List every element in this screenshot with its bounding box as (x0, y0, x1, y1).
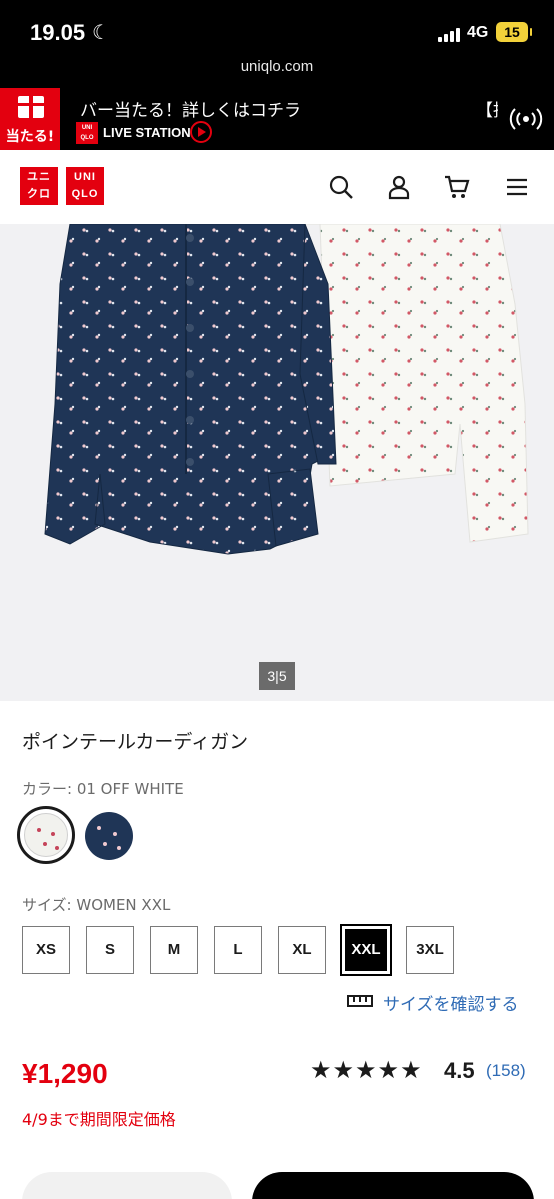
menu-icon[interactable] (504, 174, 530, 200)
add-to-cart-button[interactable] (252, 1172, 534, 1199)
star-rating-icon: ★★★★★ (310, 1056, 423, 1084)
product-title: ポインテールカーディガン (22, 731, 249, 753)
user-icon[interactable] (386, 174, 412, 200)
image-counter: 3|5 (259, 662, 295, 690)
size-button-3xl[interactable]: 3XL (406, 926, 454, 974)
network-type: 4G (467, 24, 489, 41)
uniqlo-logo-katakana[interactable]: ユニ クロ (20, 167, 58, 205)
signal-icon (438, 26, 462, 42)
size-check-label[interactable]: サイズを確認する (383, 990, 519, 1015)
play-icon[interactable] (190, 121, 212, 143)
product-image[interactable] (0, 224, 554, 701)
size-button-s[interactable]: S (86, 926, 134, 974)
limited-price-note: 4/9まで期間限定価格 (22, 1110, 176, 1129)
battery-icon: 15 (496, 22, 532, 42)
promo-tail-text: 【抽 (476, 101, 498, 121)
size-button-l[interactable]: L (214, 926, 262, 974)
live-station-label: LIVE STATION (103, 125, 191, 140)
broadcast-icon[interactable] (508, 106, 544, 132)
size-button-m[interactable]: M (150, 926, 198, 974)
size-button-xl[interactable]: XL (278, 926, 326, 974)
color-label: カラー: 01 OFF WHITE (22, 780, 184, 798)
size-button-xxl[interactable]: XXL (342, 926, 390, 974)
moon-icon: ☾ (92, 20, 110, 44)
promo-banner[interactable]: 当たる! バー当たる！詳しくはコチラ UNI QLO LIVE STATION 【… (0, 88, 554, 150)
gift-icon (18, 96, 44, 118)
ruler-icon (347, 995, 373, 1007)
off-white-swatch-pattern (24, 813, 68, 857)
rating-score: 4.5 (444, 1058, 475, 1083)
color-swatch-off-white[interactable] (17, 806, 75, 864)
status-time: 19.05 (30, 20, 86, 45)
cart-icon[interactable] (444, 174, 470, 200)
gift-badge: 当たる! (0, 88, 60, 150)
color-swatch-navy[interactable] (85, 812, 133, 860)
product-price: ¥1,290 (22, 1058, 108, 1089)
uniqlo-mini-logo: UNI QLO (76, 122, 98, 144)
review-count-link[interactable]: (158) (486, 1061, 526, 1081)
size-label: サイズ: WOMEN XXL (22, 896, 171, 914)
uniqlo-logo-latin[interactable]: UNI QLO (66, 167, 104, 205)
cardigan-photo (44, 224, 529, 555)
url-bar[interactable]: uniqlo.com (0, 58, 554, 75)
promo-headline[interactable]: バー当たる！詳しくはコチラ (80, 96, 301, 121)
gift-badge-label: 当たる! (5, 129, 55, 145)
site-header: ユニ クロ UNI QLO (0, 150, 554, 224)
size-button-xs[interactable]: XS (22, 926, 70, 974)
status-bar: 19.05 ☾ 4G 15 uniqlo.com (0, 0, 554, 88)
search-icon[interactable] (328, 174, 354, 200)
secondary-action-button[interactable] (22, 1172, 232, 1199)
